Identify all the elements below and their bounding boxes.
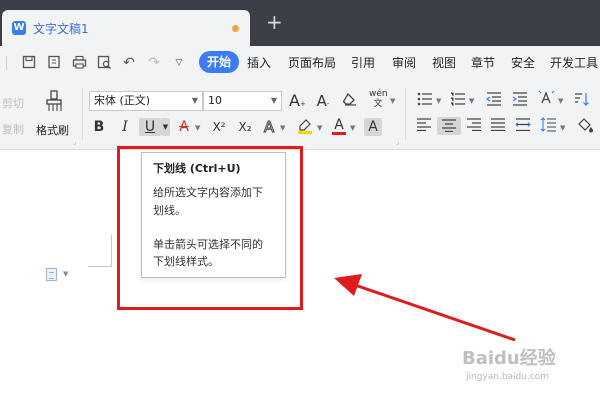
chevron-down-icon[interactable]: ▼	[63, 270, 68, 278]
justify-icon[interactable]	[490, 118, 506, 136]
chevron-down-icon[interactable]: ▼	[195, 123, 200, 133]
tab-insert[interactable]: 插入	[247, 55, 271, 71]
save-icon[interactable]	[21, 55, 37, 71]
print-icon[interactable]	[71, 55, 87, 71]
bullet-list-icon[interactable]	[416, 92, 434, 110]
italic-button[interactable]: I	[118, 118, 132, 136]
baidu-watermark: Baidu经验	[462, 348, 556, 369]
pinyin-guide-icon[interactable]: wén 文	[369, 89, 388, 109]
font-color-button[interactable]: A	[332, 116, 346, 135]
tab-view[interactable]: 视图	[432, 55, 456, 71]
tab-review[interactable]: 审阅	[392, 55, 416, 71]
chevron-down-icon[interactable]: ▼	[280, 123, 285, 133]
chevron-down-icon[interactable]: ▼	[558, 96, 563, 106]
print-preview-icon[interactable]	[96, 55, 112, 71]
annotation-highlight-box	[117, 146, 303, 310]
toolbar-divider	[6, 56, 7, 70]
home-ribbon: 剪切 复制 格式刷 ⌟ 宋体 (正文) ▼ 10 ▼ A+ A- wén 文 ▼ …	[0, 80, 600, 150]
new-tab-button[interactable]: +	[266, 12, 283, 32]
menu-bar: ↶ ↷ ▽ 开始 插入 页面布局 引用 审阅 视图 章节 安全 开发工具	[0, 46, 600, 80]
tab-home[interactable]: 开始	[199, 51, 240, 73]
format-painter-button[interactable]: 格式刷	[36, 122, 69, 138]
increase-indent-icon[interactable]	[511, 92, 529, 110]
format-painter-icon[interactable]	[44, 90, 64, 112]
tab-sections[interactable]: 章节	[471, 55, 495, 71]
dialog-launcher-icon[interactable]: ⌟	[396, 138, 399, 146]
underline-dropdown-icon[interactable]: ▼	[161, 118, 170, 136]
clear-format-icon[interactable]	[341, 92, 359, 110]
customize-toolbar-icon[interactable]: ▽	[171, 55, 187, 71]
chevron-down-icon[interactable]: ▼	[317, 123, 322, 133]
decrease-indent-icon[interactable]	[485, 92, 503, 110]
tab-references[interactable]: 引用	[351, 55, 375, 71]
paragraph-layout-icon[interactable]	[46, 268, 57, 281]
chevron-down-icon[interactable]: ▼	[350, 123, 355, 133]
line-spacing-icon[interactable]	[539, 117, 557, 135]
ribbon-divider	[405, 88, 406, 140]
redo-icon[interactable]: ↷	[146, 55, 162, 71]
unsaved-dot-icon	[232, 25, 239, 32]
shading-icon[interactable]	[575, 117, 595, 135]
align-center-icon[interactable]	[437, 117, 461, 135]
font-size-value: 10	[208, 94, 222, 107]
shrink-font-icon[interactable]: A-	[315, 92, 331, 110]
title-bar: W 文字文稿1 +	[0, 0, 600, 46]
ribbon-divider	[82, 88, 83, 140]
chevron-down-icon[interactable]: ▼	[436, 96, 441, 106]
cut-button[interactable]: 剪切	[2, 95, 24, 111]
underline-button[interactable]: U	[139, 118, 161, 136]
copy-button[interactable]: 复制	[2, 121, 24, 137]
character-shading-button[interactable]: A	[364, 118, 382, 136]
tab-developer[interactable]: 开发工具	[550, 55, 598, 71]
superscript-button[interactable]: X²	[210, 118, 228, 136]
dialog-launcher-icon[interactable]: ⌟	[73, 138, 76, 146]
chevron-down-icon[interactable]: ▼	[560, 123, 565, 133]
watermark-url: jingyan.baidu.com	[466, 372, 550, 382]
highlight-icon[interactable]	[296, 118, 314, 136]
sort-icon[interactable]	[573, 92, 591, 110]
chevron-down-icon: ▼	[191, 96, 198, 105]
writer-doc-icon: W	[12, 21, 26, 35]
numbered-list-icon[interactable]	[449, 92, 467, 110]
strikethrough-button[interactable]: A	[177, 118, 191, 136]
tab-security[interactable]: 安全	[511, 55, 535, 71]
align-left-icon[interactable]	[416, 118, 432, 136]
subscript-button[interactable]: X₂	[236, 118, 254, 136]
font-name-value: 宋体 (正文)	[94, 94, 151, 107]
document-tab-title: 文字文稿1	[33, 22, 89, 36]
font-size-select[interactable]: 10 ▼	[203, 91, 282, 111]
align-right-icon[interactable]	[466, 118, 482, 136]
bold-button[interactable]: B	[92, 118, 106, 136]
text-effect-button[interactable]: A	[262, 118, 276, 137]
chevron-down-icon: ▼	[270, 96, 277, 105]
text-direction-icon[interactable]	[537, 90, 555, 108]
chevron-down-icon[interactable]: ▼	[469, 96, 474, 106]
distributed-align-icon[interactable]	[514, 118, 532, 136]
font-name-select[interactable]: 宋体 (正文) ▼	[89, 91, 203, 111]
tab-page-layout[interactable]: 页面布局	[288, 55, 336, 71]
undo-icon[interactable]: ↶	[121, 55, 137, 71]
page-margin-marker	[88, 235, 112, 267]
document-tab[interactable]: W 文字文稿1	[2, 10, 250, 46]
export-pdf-icon[interactable]	[46, 55, 62, 71]
grow-font-icon[interactable]: A+	[289, 92, 306, 110]
chevron-down-icon[interactable]: ▼	[390, 96, 395, 106]
